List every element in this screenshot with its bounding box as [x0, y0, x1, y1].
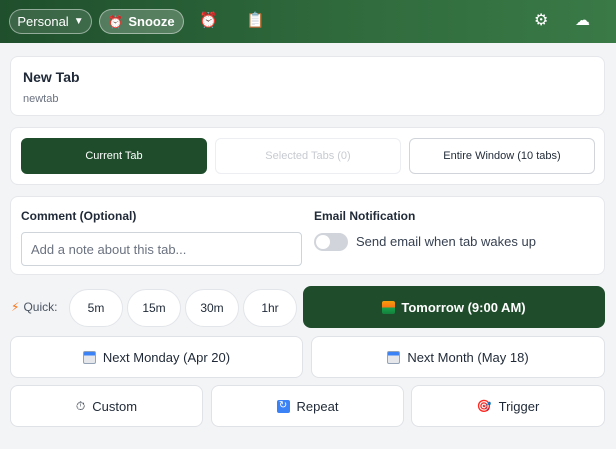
email-toggle[interactable]	[314, 233, 348, 251]
sunrise-icon	[382, 300, 396, 314]
scope-selector: Current Tab Selected Tabs (0) Entire Win…	[10, 127, 605, 185]
entire-window-button[interactable]: Entire Window (10 tabs)	[409, 138, 595, 174]
alarm-icon[interactable]: ⏰	[199, 11, 218, 31]
custom-label: Custom	[92, 398, 138, 414]
snooze-label: Snooze	[128, 14, 175, 29]
tomorrow-label: Tomorrow (9:00 AM)	[401, 299, 526, 315]
tab-url: newtab	[23, 93, 59, 105]
target-icon: 🎯	[476, 399, 492, 413]
alarm-clock-icon: ⏰	[108, 14, 124, 29]
quick-5m-button[interactable]: 5m	[69, 289, 123, 327]
quick-15m-button[interactable]: 15m	[127, 289, 181, 327]
comment-label: Comment (Optional)	[21, 209, 137, 223]
tomorrow-button[interactable]: Tomorrow (9:00 AM)	[303, 286, 605, 328]
next-monday-button[interactable]: Next Monday (Apr 20)	[10, 336, 303, 378]
repeat-icon: ↻	[276, 399, 290, 413]
profile-label: Personal	[17, 14, 69, 29]
email-toggle-text: Send email when tab wakes up	[356, 234, 536, 249]
options-card: Comment (Optional) Email Notification Se…	[10, 196, 605, 275]
stopwatch-icon: ⏱	[75, 399, 86, 413]
next-monday-label: Next Monday (Apr 20)	[102, 349, 231, 365]
selected-tabs-button[interactable]: Selected Tabs (0)	[215, 138, 401, 174]
repeat-button[interactable]: ↻ Repeat	[211, 385, 404, 427]
profile-dropdown[interactable]: Personal ▼	[9, 9, 92, 34]
next-month-button[interactable]: Next Month (May 18)	[311, 336, 605, 378]
quick-1hr-button[interactable]: 1hr	[243, 289, 297, 327]
calendar-icon	[387, 350, 401, 364]
toggle-knob	[316, 235, 330, 249]
gear-icon[interactable]: ⚙	[534, 11, 548, 31]
email-notification-label: Email Notification	[314, 209, 416, 223]
quick-30m-button[interactable]: 30m	[185, 289, 239, 327]
lightning-icon: ⚡	[11, 300, 20, 314]
next-month-label: Next Month (May 18)	[407, 349, 529, 365]
current-tab-card: New Tab newtab	[10, 56, 605, 116]
trigger-button[interactable]: 🎯 Trigger	[411, 385, 605, 427]
calendar-icon	[82, 350, 96, 364]
quick-label: ⚡ Quick:	[11, 300, 57, 314]
chevron-down-icon: ▼	[73, 16, 84, 27]
cloud-icon[interactable]: ☁	[575, 11, 590, 31]
clipboard-icon[interactable]: 📋	[246, 11, 265, 31]
quick-label-text: Quick:	[23, 300, 58, 314]
trigger-label: Trigger	[498, 398, 540, 414]
snooze-tab-button[interactable]: ⏰ Snooze	[99, 9, 184, 34]
current-tab-button[interactable]: Current Tab	[21, 138, 207, 174]
tab-title: New Tab	[23, 69, 80, 85]
comment-input[interactable]	[21, 232, 302, 266]
app-header: Personal ▼ ⏰ Snooze ⏰ 📋 ⚙ ☁	[0, 0, 616, 43]
repeat-label: Repeat	[296, 398, 339, 414]
custom-button[interactable]: ⏱ Custom	[10, 385, 203, 427]
